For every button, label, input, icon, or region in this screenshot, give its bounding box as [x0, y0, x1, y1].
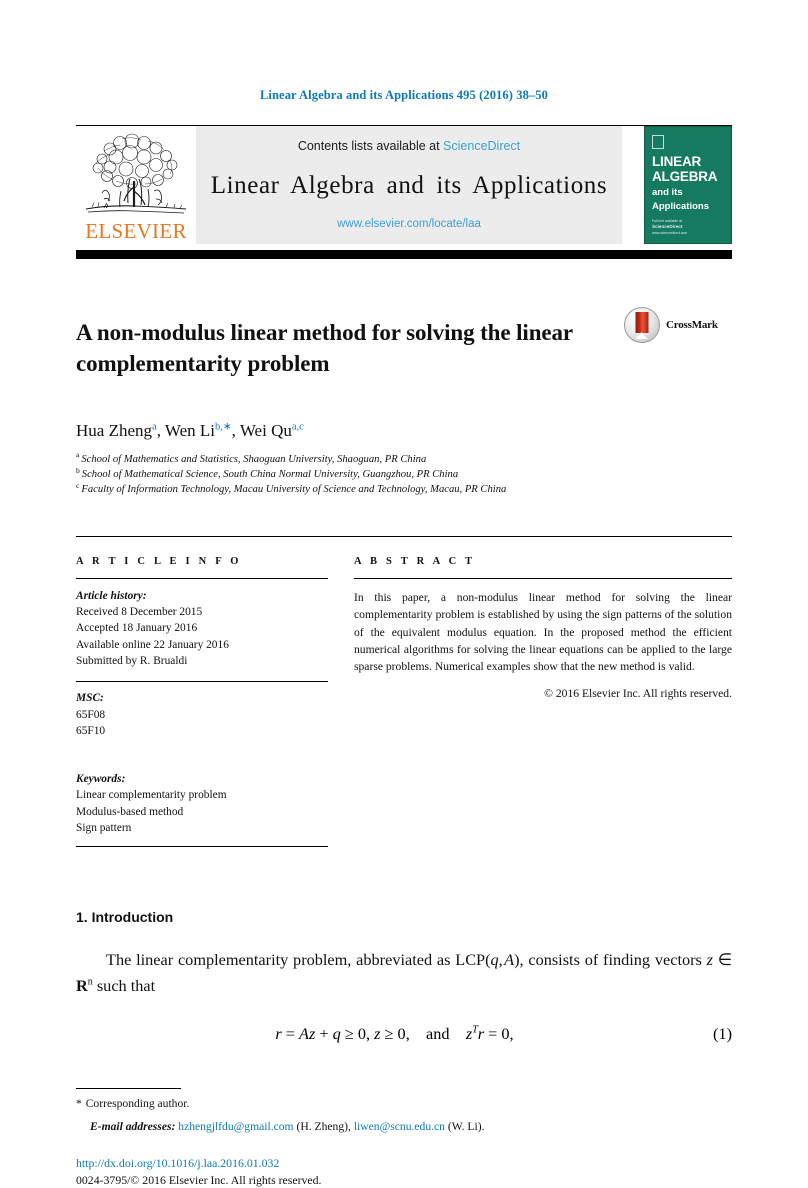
- article-history-block: Article history: Received 8 December 201…: [76, 579, 328, 669]
- abstract-column: A B S T R A C T In this paper, a non-mod…: [346, 537, 732, 848]
- info-abstract-grid: A R T I C L E I N F O Article history: R…: [76, 535, 732, 848]
- email-owner-1: (H. Zheng),: [296, 1120, 351, 1134]
- issn-copyright-line: 0024-3795/© 2016 Elsevier Inc. All right…: [76, 1173, 322, 1187]
- footnote-divider: [76, 1087, 181, 1089]
- asterisk-icon: *: [76, 1096, 83, 1110]
- contents-available-line: Contents lists available at ScienceDirec…: [298, 139, 520, 153]
- math-z: z: [706, 950, 714, 970]
- affiliation-mark-b: b: [76, 465, 80, 475]
- intro-text-part-1: The linear complementarity problem, abbr…: [106, 950, 491, 970]
- article-info-divider-bottom: [76, 846, 328, 848]
- author-mark-1[interactable]: a: [152, 421, 157, 433]
- email-owner-2: (W. Li).: [447, 1120, 485, 1134]
- intro-text-part-3: such that: [92, 975, 156, 995]
- journal-cover-thumbnail: LINEAR ALGEBRA and its Applications Full…: [644, 126, 732, 244]
- abstract-heading: A B S T R A C T: [354, 555, 476, 567]
- author-mark-3[interactable]: a,c: [292, 421, 304, 433]
- affiliation-text-a: School of Mathematics and Statistics, Sh…: [81, 453, 427, 465]
- email-link-2[interactable]: liwen@scnu.edu.cn: [354, 1120, 445, 1133]
- title-row: A non-modulus linear method for solving …: [76, 303, 732, 395]
- msc-block: MSC: 65F08 65F10: [76, 682, 328, 748]
- crossmark-ribbon-shape: [635, 312, 649, 339]
- keyword-item-2: Modulus-based method: [76, 805, 184, 818]
- affiliation-item: b School of Mathematical Science, South C…: [76, 465, 621, 482]
- msc-label: MSC:: [76, 692, 104, 705]
- keyword-item-1: Linear complementarity problem: [76, 789, 227, 802]
- email-link-1[interactable]: hzhengjlfdu@gmail.com: [178, 1120, 293, 1133]
- affiliation-mark-c: c: [76, 480, 80, 490]
- journal-masthead: ELSEVIER Contents lists available at Sci…: [76, 125, 732, 244]
- math-q: q: [490, 950, 499, 970]
- author-list: Hua Zhenga, Wen Lib,∗, Wei Qua,c: [76, 420, 304, 440]
- msc-code-1: 65F08: [76, 708, 106, 721]
- affiliation-text-b: School of Mathematical Science, South Ch…: [81, 469, 459, 481]
- doi-link[interactable]: http://dx.doi.org/10.1016/j.laa.2016.01.…: [76, 1156, 732, 1171]
- affiliation-list: a School of Mathematics and Statistics, S…: [76, 450, 621, 498]
- elsevier-tree-icon: [82, 133, 190, 221]
- author-mark-2[interactable]: b,∗: [215, 421, 232, 433]
- author-name-2: Wen Li: [164, 420, 215, 440]
- equation-row-1: r = Az + q ≥ 0, z ≥ 0, and zTr = 0, (1): [76, 1024, 732, 1044]
- cover-title-line4: Applications: [652, 201, 710, 213]
- elsevier-logo: ELSEVIER: [76, 126, 196, 244]
- crossmark-icon: [624, 307, 660, 343]
- cover-title-line1: LINEAR: [652, 154, 702, 169]
- article-info-heading: A R T I C L E I N F O: [76, 555, 242, 567]
- history-item-received: Received 8 December 2015: [76, 606, 203, 619]
- msc-code-2: 65F10: [76, 724, 106, 737]
- affiliation-item: c Faculty of Information Technology, Maca…: [76, 482, 621, 497]
- history-item-accepted: Accepted 18 January 2016: [76, 622, 198, 635]
- crossmark-label: CrossMark: [666, 319, 718, 331]
- history-item-available-online: Available online 22 January 2016: [76, 638, 229, 651]
- running-head: Linear Algebra and its Applications 495 …: [260, 88, 548, 102]
- cover-footer-bottom: www.sciencedirect.com: [652, 230, 688, 235]
- journal-band: Contents lists available at ScienceDirec…: [196, 126, 622, 244]
- email-note: E-mail addresses: hzhengjlfdu@gmail.com …: [76, 1118, 732, 1136]
- elsevier-wordmark: ELSEVIER: [85, 219, 187, 243]
- author-name-1: Hua Zheng: [76, 420, 153, 440]
- keywords-label: Keywords:: [76, 773, 126, 786]
- article-page: Linear Algebra and its Applications 495 …: [0, 0, 808, 1187]
- cover-footer: Full text available at ScienceDirect www…: [652, 219, 687, 236]
- page-title: A non-modulus linear method for solving …: [76, 320, 573, 376]
- email-addresses-label: E-mail addresses:: [90, 1120, 176, 1134]
- cover-title-line2: ALGEBRA: [652, 169, 718, 185]
- cover-emblem-icon: [652, 135, 664, 149]
- introduction-paragraph: The linear complementarity problem, abbr…: [76, 950, 732, 995]
- affiliation-text-c: Faculty of Information Technology, Macau…: [81, 484, 507, 496]
- article-history-label: Article history:: [76, 589, 147, 602]
- cover-title-line3: and its: [652, 187, 683, 199]
- affiliation-item: a School of Mathematics and Statistics, S…: [76, 450, 621, 467]
- sciencedirect-link[interactable]: ScienceDirect: [443, 139, 520, 153]
- math-A: A: [504, 950, 515, 970]
- history-item-submitted-by: Submitted by R. Brualdi: [76, 654, 188, 667]
- math-R: R: [76, 975, 88, 995]
- abstract-copyright: © 2016 Elsevier Inc. All rights reserved…: [544, 686, 732, 700]
- keywords-block: Keywords: Linear complementarity problem…: [76, 762, 328, 846]
- author-name-3: Wei Qu: [239, 420, 292, 440]
- equation-1-content: r = Az + q ≥ 0, z ≥ 0, and zTr = 0,: [275, 1023, 514, 1043]
- equation-1-number: (1): [713, 1023, 732, 1043]
- contents-prefix-text: Contents lists available at: [297, 139, 444, 153]
- affiliation-mark-a: a: [76, 450, 80, 460]
- masthead-thick-divider: [76, 250, 732, 259]
- intro-text-part-2: ), consists of finding vectors: [514, 950, 707, 970]
- article-info-column: A R T I C L E I N F O Article history: R…: [76, 537, 346, 848]
- journal-homepage-link[interactable]: www.elsevier.com/locate/laa: [337, 218, 481, 230]
- keyword-item-3: Sign pattern: [76, 821, 132, 834]
- section-heading-introduction: 1. Introduction: [76, 909, 174, 926]
- abstract-text: In this paper, a non-modulus linear meth…: [354, 590, 732, 674]
- cover-footer-brand: ScienceDirect: [652, 224, 683, 229]
- journal-title: Linear Algebra and its Applications: [210, 171, 608, 199]
- corresponding-author-note: * Corresponding author.: [76, 1095, 732, 1113]
- crossmark-badge-group[interactable]: CrossMark: [624, 307, 718, 343]
- page-content: Linear Algebra and its Applications 495 …: [76, 0, 732, 1188]
- corresponding-author-text: Corresponding author.: [85, 1096, 190, 1110]
